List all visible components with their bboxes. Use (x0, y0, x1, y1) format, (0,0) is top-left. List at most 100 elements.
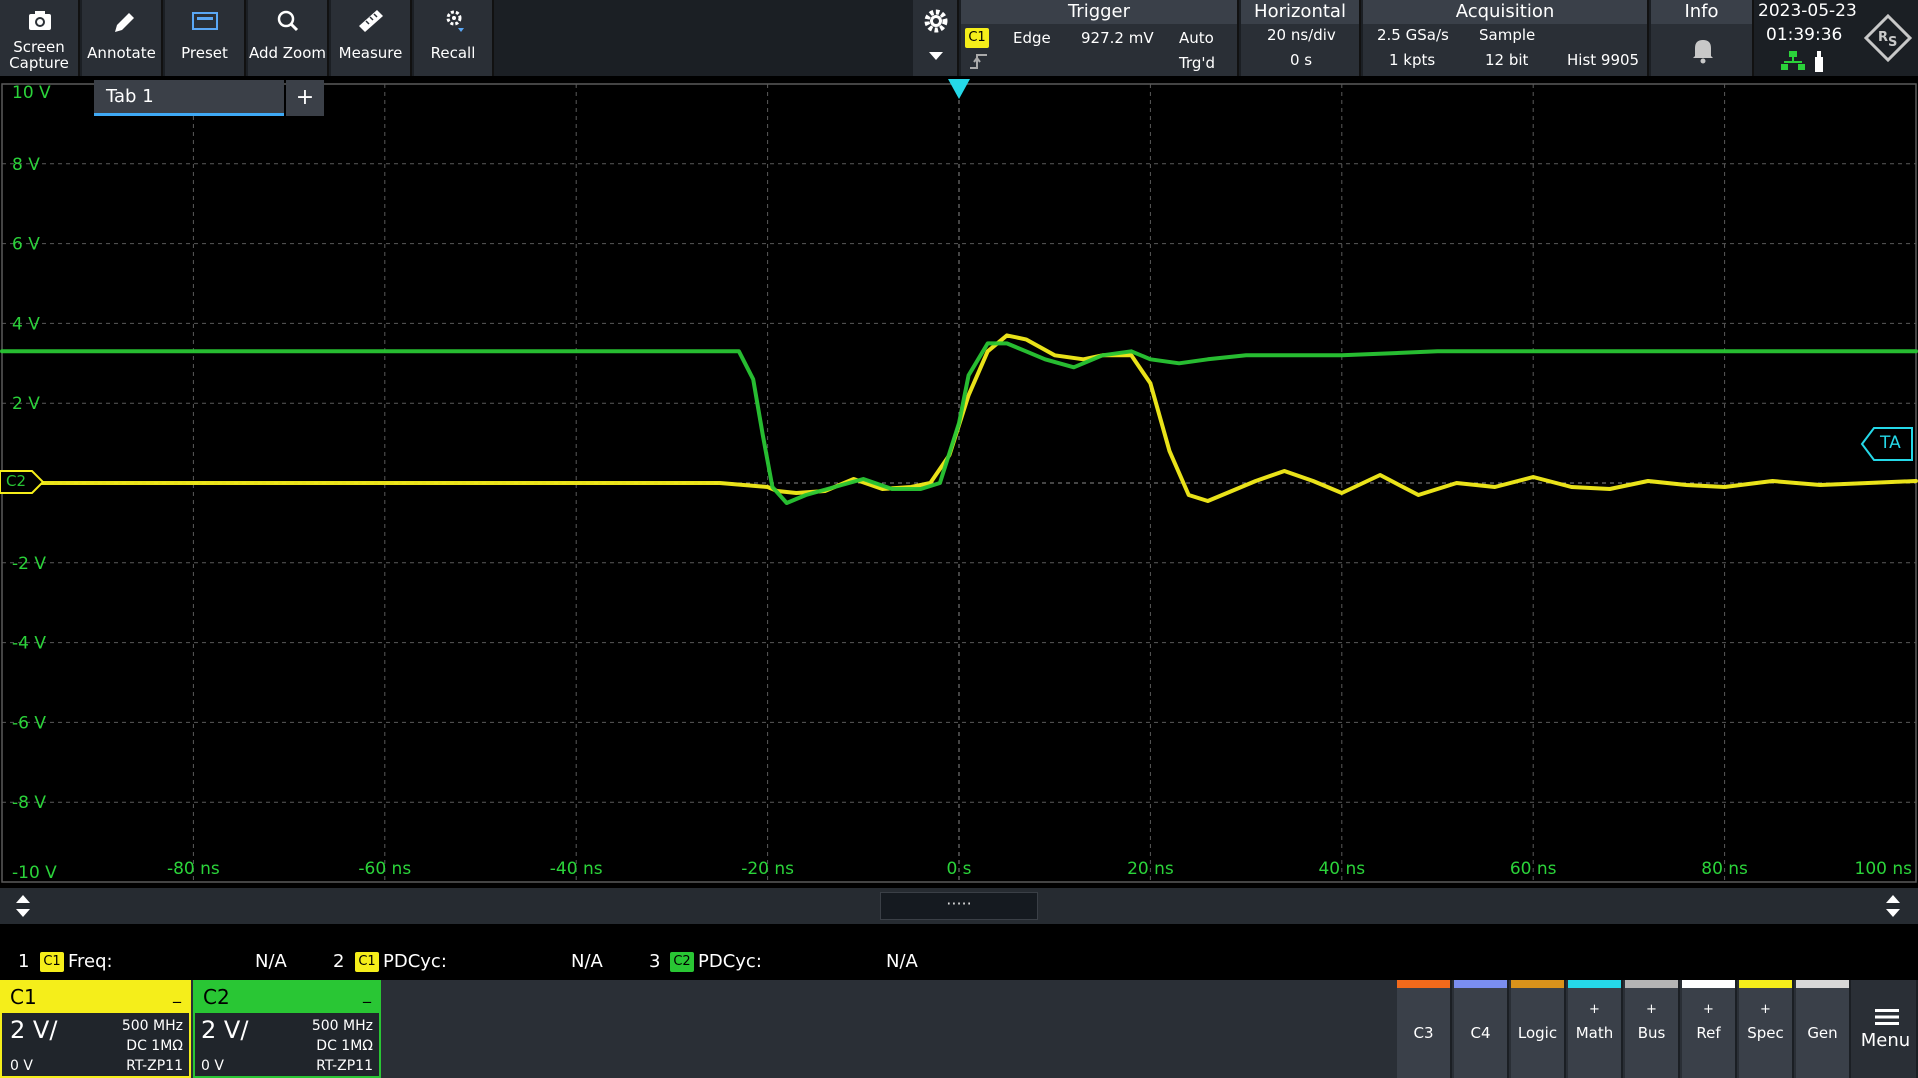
scroll-updown-left-icon[interactable] (14, 894, 32, 918)
measurement-row (0, 940, 1918, 982)
add-tab-button[interactable]: + (286, 80, 324, 116)
bus-color-strip (1625, 980, 1678, 988)
x-tick-label: 60 ns (1510, 859, 1557, 879)
usb-icon (1815, 51, 1823, 72)
channel-c1-name: C1 (2, 982, 189, 1013)
acquisition-hist: Hist 9905 (1567, 51, 1640, 69)
c4-button[interactable]: C4 (1454, 980, 1509, 1078)
menu-button[interactable]: Menu (1855, 980, 1918, 1078)
settings-button[interactable] (913, 0, 959, 76)
trigger-type: Edge (1013, 29, 1051, 47)
channel-c2-probe: RT-ZP11 (316, 1058, 373, 1074)
top-toolbar: Screen Capture Annotate Preset Add Zoom … (0, 0, 1918, 76)
channel-c2-offset: 0 V (201, 1058, 224, 1074)
measurement-1-source: C1 (40, 952, 64, 972)
measurement-2-label[interactable]: PDCyc: (383, 951, 447, 972)
channel-c1-offset: 0 V (10, 1058, 33, 1074)
monitor-icon (192, 12, 218, 30)
measurement-3-index: 3 (649, 951, 661, 972)
tab-1[interactable]: Tab 1 (94, 80, 284, 116)
channel-c2-name: C2 (195, 982, 379, 1013)
channel-c2-bandwidth: 500 MHz (311, 1018, 373, 1034)
trigger-source-badge: C1 (965, 28, 989, 48)
gear-icon (924, 9, 948, 33)
recall-button[interactable]: Recall (414, 0, 494, 76)
measure-button[interactable]: Measure (331, 0, 412, 76)
clock-time: 01:39:36 (1766, 25, 1843, 45)
c3-color-strip (1397, 980, 1450, 988)
horizontal-title: Horizontal (1241, 0, 1359, 24)
channel-c1-coupling: DC 1MΩ (126, 1038, 183, 1054)
info-title: Info (1651, 0, 1752, 24)
camera-icon (29, 11, 51, 30)
pencil-icon (115, 13, 134, 32)
channel-c1-bandwidth: 500 MHz (121, 1018, 183, 1034)
trigger-title: Trigger (961, 0, 1237, 24)
horizontal-position: 0 s (1290, 51, 1313, 69)
measurement-1-index: 1 (18, 951, 30, 972)
scroll-updown-right-icon[interactable] (1884, 894, 1902, 918)
acquisition-mode: Sample (1479, 26, 1536, 44)
c2-offset-marker[interactable]: C2 (0, 470, 44, 494)
chevron-down-icon (929, 52, 943, 60)
measurement-2-source: C1 (355, 952, 379, 972)
x-tick-label: -80 ns (167, 859, 220, 879)
math-label: Math (1575, 1024, 1614, 1042)
measurement-2-value: N/A (571, 951, 603, 972)
scroll-thumb[interactable]: ····· (880, 892, 1038, 920)
acquisition-panel[interactable]: Acquisition 2.5 GSa/s Sample 1 kpts 12 b… (1363, 0, 1649, 76)
gen-button[interactable]: Gen (1796, 980, 1851, 1078)
logic-color-strip (1511, 980, 1564, 988)
acquisition-title: Acquisition (1363, 0, 1647, 24)
c4-label: C4 (1470, 1024, 1491, 1042)
magnifier-icon (277, 10, 299, 32)
preset-label: Preset (181, 44, 228, 62)
rising-edge-icon (970, 54, 987, 69)
y-tick-label: 10 V (12, 83, 51, 103)
screen-capture-button[interactable]: Screen Capture (0, 0, 80, 76)
y-tick-label: 4 V (12, 314, 40, 334)
horizontal-panel[interactable]: Horizontal 20 ns/div 0 s (1241, 0, 1361, 76)
ref-plus-icon: + (1703, 1002, 1714, 1017)
channel-c1-minimize[interactable]: _ (173, 984, 181, 1003)
annotate-label: Annotate (87, 44, 156, 62)
preset-button[interactable]: Preset (165, 0, 246, 76)
channel-c1-box[interactable]: C1 _ 2 V/ 500 MHz DC 1MΩ 0 V RT-ZP11 (0, 980, 191, 1078)
trigger-mode: Auto (1179, 29, 1214, 47)
info-panel[interactable]: Info (1651, 0, 1754, 76)
c3-button[interactable]: C3 (1397, 980, 1452, 1078)
measurement-2-index: 2 (333, 951, 345, 972)
x-tick-label: -20 ns (741, 859, 794, 879)
measurement-1-label[interactable]: Freq: (68, 951, 113, 972)
horizontal-scale: 20 ns/div (1267, 26, 1336, 44)
spec-color-strip (1739, 980, 1792, 988)
c3-label: C3 (1413, 1024, 1434, 1042)
annotate-button[interactable]: Annotate (82, 0, 163, 76)
measurement-3-label[interactable]: PDCyc: (698, 951, 762, 972)
ref-button[interactable]: + Ref (1682, 980, 1737, 1078)
channel-c2-minimize[interactable]: _ (363, 984, 371, 1003)
spec-label: Spec (1747, 1024, 1784, 1042)
x-tick-label: 0 s (946, 859, 971, 879)
math-color-strip (1568, 980, 1621, 988)
math-button[interactable]: + Math (1568, 980, 1623, 1078)
svg-text:S: S (1888, 35, 1897, 50)
logic-button[interactable]: Logic (1511, 980, 1566, 1078)
acquisition-resolution: 12 bit (1485, 51, 1529, 69)
menu-label: Menu (1860, 1030, 1911, 1051)
channel-c2-box[interactable]: C2 _ 2 V/ 500 MHz DC 1MΩ 0 V RT-ZP11 (193, 980, 381, 1078)
bus-button[interactable]: + Bus (1625, 980, 1680, 1078)
rs-logo-icon: R S (1864, 14, 1912, 62)
add-zoom-button[interactable]: Add Zoom (248, 0, 329, 76)
trigger-panel[interactable]: Trigger C1 Edge 927.2 mV Auto Trg'd (961, 0, 1239, 76)
y-tick-label: -10 V (12, 863, 57, 883)
y-tick-label: -4 V (12, 634, 46, 654)
bell-icon (1693, 40, 1713, 64)
spec-button[interactable]: + Spec (1739, 980, 1794, 1078)
trigger-level-marker[interactable]: TA (1860, 426, 1914, 462)
gen-color-strip (1796, 980, 1849, 988)
waveform-display[interactable]: 10 V 8 V 6 V 4 V 2 V -2 V -4 V -6 V -8 V -10 V -80… (0, 78, 1918, 884)
x-tick-label: 20 ns (1127, 859, 1174, 879)
trigger-position-marker[interactable] (947, 78, 971, 100)
trigger-level: 927.2 mV (1081, 29, 1154, 47)
